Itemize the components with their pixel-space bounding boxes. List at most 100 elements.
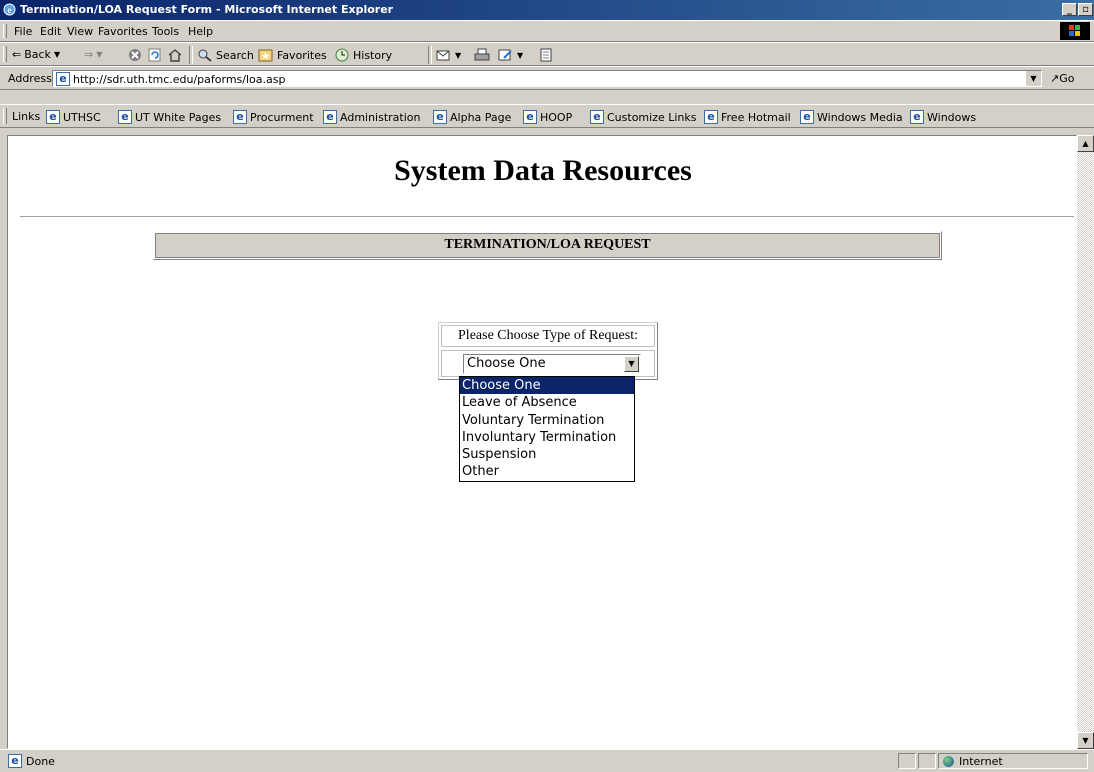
edit-dropdown-icon[interactable]: ▼ — [517, 51, 523, 60]
page-viewport: System Data Resources TERMINATION/LOA RE… — [7, 135, 1077, 749]
home-icon — [168, 49, 182, 62]
menu-tools[interactable]: Tools — [152, 25, 179, 38]
forward-button[interactable]: ⇒ ▼ — [84, 48, 102, 61]
back-dropdown-icon[interactable]: ▼ — [54, 50, 60, 59]
edit-icon — [498, 49, 512, 61]
ie-page-icon: e — [433, 110, 447, 124]
stop-icon — [129, 49, 141, 61]
link-label: Administration — [340, 110, 421, 124]
title-bar[interactable]: e Termination/LOA Request Form - Microso… — [0, 0, 1094, 20]
link-label: Procurment — [250, 110, 314, 124]
ie-page-icon: e — [118, 110, 132, 124]
request-type-select[interactable]: Choose One ▼ — [463, 354, 641, 374]
link-procurment[interactable]: e Procurment — [233, 110, 314, 124]
section-header: TERMINATION/LOA REQUEST — [153, 231, 942, 260]
ie-page-icon: e — [233, 110, 247, 124]
favorites-button[interactable]: Favorites — [258, 48, 327, 62]
option-suspension[interactable]: Suspension — [460, 446, 634, 463]
link-alpha-page[interactable]: e Alpha Page — [433, 110, 511, 124]
address-input[interactable]: e http://sdr.uth.tmc.edu/paforms/loa.asp… — [52, 70, 1042, 87]
toolbar-grip — [3, 46, 7, 62]
go-arrow-icon: ↗ — [1050, 72, 1060, 85]
address-bar: Address e http://sdr.uth.tmc.edu/paforms… — [0, 66, 1094, 90]
address-url[interactable]: http://sdr.uth.tmc.edu/paforms/loa.asp — [73, 73, 285, 86]
back-label: Back — [24, 48, 51, 61]
forward-arrow-icon: ⇒ — [84, 48, 94, 61]
menu-file[interactable]: File — [14, 25, 32, 38]
links-label: Links — [12, 110, 41, 123]
ie-page-icon: e — [704, 110, 718, 124]
option-choose-one[interactable]: Choose One — [460, 377, 634, 395]
request-type-cell: Choose One ▼ — [441, 350, 655, 377]
go-button[interactable]: ↗Go — [1050, 72, 1074, 85]
discuss-button[interactable] — [538, 48, 554, 62]
section-header-text: TERMINATION/LOA REQUEST — [155, 233, 940, 258]
request-type-options: Choose One Leave of Absence Voluntary Te… — [459, 376, 635, 482]
menu-help[interactable]: Help — [188, 25, 213, 38]
windows-logo-icon — [1060, 22, 1090, 40]
link-hoop[interactable]: e HOOP — [523, 110, 572, 124]
back-button[interactable]: ⇐ Back ▼ — [12, 48, 60, 61]
links-bar-gap — [0, 90, 1094, 104]
ie-page-icon: e — [46, 110, 60, 124]
ie-page-icon: e — [323, 110, 337, 124]
link-windows-media[interactable]: e Windows Media — [800, 110, 903, 124]
option-leave-of-absence[interactable]: Leave of Absence — [460, 394, 634, 411]
select-value: Choose One — [467, 356, 546, 371]
minimize-button[interactable]: _ — [1062, 3, 1077, 16]
chevron-down-icon[interactable]: ▼ — [624, 356, 639, 372]
mail-button[interactable]: ▼ — [436, 48, 461, 62]
address-label: Address — [8, 72, 52, 85]
forward-dropdown-icon[interactable]: ▼ — [96, 50, 102, 59]
menu-view[interactable]: View — [67, 25, 93, 38]
address-dropdown-icon[interactable]: ▼ — [1025, 71, 1041, 86]
search-icon — [198, 49, 212, 62]
window-title: Termination/LOA Request Form - Microsoft… — [20, 3, 394, 16]
favorites-label: Favorites — [277, 48, 327, 62]
security-zone: Internet — [938, 753, 1088, 769]
vertical-scrollbar[interactable]: ▲ ▼ — [1077, 135, 1094, 749]
maximize-button[interactable]: ▫ — [1078, 3, 1093, 16]
favorites-icon — [258, 49, 273, 62]
link-free-hotmail[interactable]: e Free Hotmail — [704, 110, 791, 124]
scroll-up-button[interactable]: ▲ — [1077, 135, 1094, 152]
go-label: Go — [1059, 72, 1075, 85]
history-button[interactable]: History — [334, 48, 392, 62]
menu-edit[interactable]: Edit — [40, 25, 61, 38]
link-uthsc[interactable]: e UTHSC — [46, 110, 101, 124]
link-customize-links[interactable]: e Customize Links — [590, 110, 697, 124]
status-panel — [918, 753, 936, 769]
stop-button[interactable] — [127, 48, 143, 62]
refresh-icon — [148, 48, 161, 62]
option-voluntary-termination[interactable]: Voluntary Termination — [460, 412, 634, 429]
link-label: Windows Media — [817, 110, 903, 124]
ie-logo-icon: e — [3, 3, 16, 16]
status-panel — [898, 753, 916, 769]
print-icon — [474, 48, 490, 61]
home-button[interactable] — [167, 48, 183, 62]
discuss-icon — [540, 48, 552, 62]
status-message: e Done — [8, 754, 55, 768]
link-label: Alpha Page — [450, 110, 512, 124]
option-involuntary-termination[interactable]: Involuntary Termination — [460, 429, 634, 446]
link-administration[interactable]: e Administration — [323, 110, 421, 124]
link-windows[interactable]: e Windows — [910, 110, 976, 124]
mail-dropdown-icon[interactable]: ▼ — [455, 51, 461, 60]
edit-button[interactable]: ▼ — [498, 48, 523, 62]
menu-favorites[interactable]: Favorites — [98, 25, 148, 38]
status-label: Done — [26, 754, 55, 768]
refresh-button[interactable] — [147, 48, 163, 62]
option-other[interactable]: Other — [460, 463, 634, 480]
link-ut-white-pages[interactable]: e UT White Pages — [118, 110, 221, 124]
link-label: HOOP — [540, 110, 573, 124]
menu-bar: File Edit View Favorites Tools Help — [0, 20, 1094, 42]
toolbar-separator — [189, 46, 193, 64]
page-icon: e — [56, 72, 70, 86]
page-title: System Data Resources — [394, 154, 692, 187]
links-bar: Links e UTHSC e UT White Pages e Procurment… — [0, 104, 1094, 128]
internet-globe-icon — [943, 755, 954, 767]
search-button[interactable]: Search — [197, 48, 254, 62]
ie-page-icon: e — [800, 110, 814, 124]
print-button[interactable] — [474, 48, 490, 62]
scroll-down-button[interactable]: ▼ — [1077, 732, 1094, 749]
